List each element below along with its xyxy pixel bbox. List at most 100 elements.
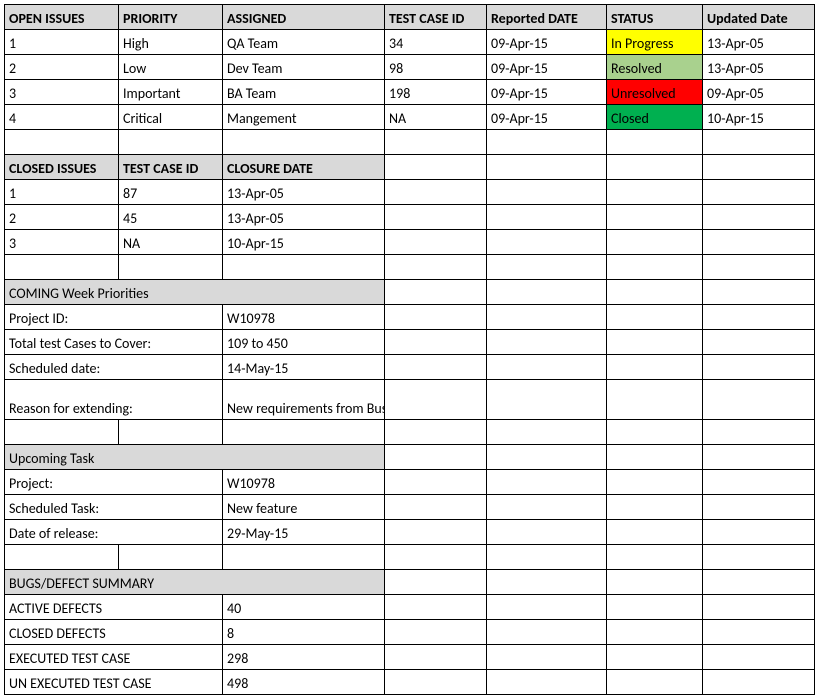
cell-tcid: 198 <box>385 80 487 105</box>
upcoming-task-row: Date of release: 29-May-15 <box>5 520 815 545</box>
cell-status: Unresolved <box>607 80 703 105</box>
cell-priority: Important <box>119 80 223 105</box>
cell-assigned: Dev Team <box>223 55 385 80</box>
cell-status: Closed <box>607 105 703 130</box>
coming-week-title-row: COMING Week Priorities <box>5 280 815 305</box>
cw-label: Project ID: <box>5 305 223 330</box>
empty-cell <box>703 355 815 380</box>
coming-week-title: COMING Week Priorities <box>5 280 385 305</box>
empty-cell <box>703 330 815 355</box>
empty-cell <box>487 570 607 595</box>
upcoming-task-title-row: Upcoming Task <box>5 445 815 470</box>
empty-cell <box>385 355 487 380</box>
cell-rdate: 09-Apr-15 <box>487 80 607 105</box>
empty-cell <box>487 445 607 470</box>
empty-cell <box>703 205 815 230</box>
empty-cell <box>487 645 607 670</box>
cell-open-n: 4 <box>5 105 119 130</box>
coming-week-row: Total test Cases to Cover: 109 to 450 <box>5 330 815 355</box>
ut-value: New feature <box>223 495 385 520</box>
empty-cell <box>607 180 703 205</box>
cell-closure-date: 13-Apr-05 <box>223 180 385 205</box>
col-assigned: ASSIGNED <box>223 5 385 30</box>
bs-label: CLOSED DEFECTS <box>5 620 223 645</box>
bugs-summary-row: CLOSED DEFECTS 8 <box>5 620 815 645</box>
cw-label: Total test Cases to Cover: <box>5 330 223 355</box>
empty-cell <box>607 470 703 495</box>
empty-cell <box>703 280 815 305</box>
cell-udate: 13-Apr-05 <box>703 55 815 80</box>
empty-cell <box>487 280 607 305</box>
empty-cell <box>607 670 703 695</box>
bugs-summary-title-row: BUGS/DEFECT SUMMARY <box>5 570 815 595</box>
cell-udate: 13-Apr-05 <box>703 30 815 55</box>
empty-cell <box>385 305 487 330</box>
empty-cell <box>385 495 487 520</box>
empty-cell <box>487 595 607 620</box>
empty-cell <box>607 155 703 180</box>
cell-tcid: NA <box>385 105 487 130</box>
empty-cell <box>703 380 815 420</box>
cell-priority: Low <box>119 55 223 80</box>
cell-assigned: QA Team <box>223 30 385 55</box>
empty-cell <box>607 205 703 230</box>
empty-cell <box>385 470 487 495</box>
ut-label: Date of release: <box>5 520 223 545</box>
empty-cell <box>607 330 703 355</box>
bs-label: ACTIVE DEFECTS <box>5 595 223 620</box>
col-status: STATUS <box>607 5 703 30</box>
cell-closed-n: 2 <box>5 205 119 230</box>
spacer-row <box>5 420 815 445</box>
bugs-summary-row: ACTIVE DEFECTS 40 <box>5 595 815 620</box>
empty-cell <box>487 205 607 230</box>
empty-cell <box>703 155 815 180</box>
empty-cell <box>703 645 815 670</box>
empty-cell <box>385 445 487 470</box>
bs-value: 298 <box>223 645 385 670</box>
cell-closed-n: 3 <box>5 230 119 255</box>
bugs-summary-title: BUGS/DEFECT SUMMARY <box>5 570 385 595</box>
cell-udate: 09-Apr-05 <box>703 80 815 105</box>
empty-cell <box>385 570 487 595</box>
upcoming-task-row: Project: W10978 <box>5 470 815 495</box>
closed-issues-row: 3 NA 10-Apr-15 <box>5 230 815 255</box>
empty-cell <box>607 355 703 380</box>
empty-cell <box>703 620 815 645</box>
empty-cell <box>487 355 607 380</box>
empty-cell <box>607 570 703 595</box>
coming-week-row: Scheduled date: 14-May-15 <box>5 355 815 380</box>
spacer-row <box>5 130 815 155</box>
empty-cell <box>703 445 815 470</box>
empty-cell <box>703 305 815 330</box>
empty-cell <box>703 670 815 695</box>
empty-cell <box>487 495 607 520</box>
empty-cell <box>385 670 487 695</box>
upcoming-task-title: Upcoming Task <box>5 445 385 470</box>
cell-rdate: 09-Apr-15 <box>487 30 607 55</box>
empty-cell <box>385 645 487 670</box>
open-issues-row: 3 Important BA Team 198 09-Apr-15 Unreso… <box>5 80 815 105</box>
open-issues-header-row: OPEN ISSUES PRIORITY ASSIGNED TEST CASE … <box>5 5 815 30</box>
cell-rdate: 09-Apr-15 <box>487 105 607 130</box>
empty-cell <box>487 670 607 695</box>
empty-cell <box>385 280 487 305</box>
cw-value: W10978 <box>223 305 385 330</box>
empty-cell <box>385 520 487 545</box>
empty-cell <box>385 330 487 355</box>
cell-open-n: 3 <box>5 80 119 105</box>
empty-cell <box>703 595 815 620</box>
col-reported-date: Reported DATE <box>487 5 607 30</box>
empty-cell <box>385 230 487 255</box>
cell-status: In Progress <box>607 30 703 55</box>
coming-week-row: Reason for extending: New requirements f… <box>5 380 815 420</box>
cell-closed-tcid: 45 <box>119 205 223 230</box>
empty-cell <box>607 520 703 545</box>
cell-tcid: 98 <box>385 55 487 80</box>
empty-cell <box>607 620 703 645</box>
spacer-row <box>5 255 815 280</box>
col-test-case-id: TEST CASE ID <box>385 5 487 30</box>
cell-open-n: 2 <box>5 55 119 80</box>
empty-cell <box>607 645 703 670</box>
bugs-summary-row: UN EXECUTED TEST CASE 498 <box>5 670 815 695</box>
empty-cell <box>385 595 487 620</box>
